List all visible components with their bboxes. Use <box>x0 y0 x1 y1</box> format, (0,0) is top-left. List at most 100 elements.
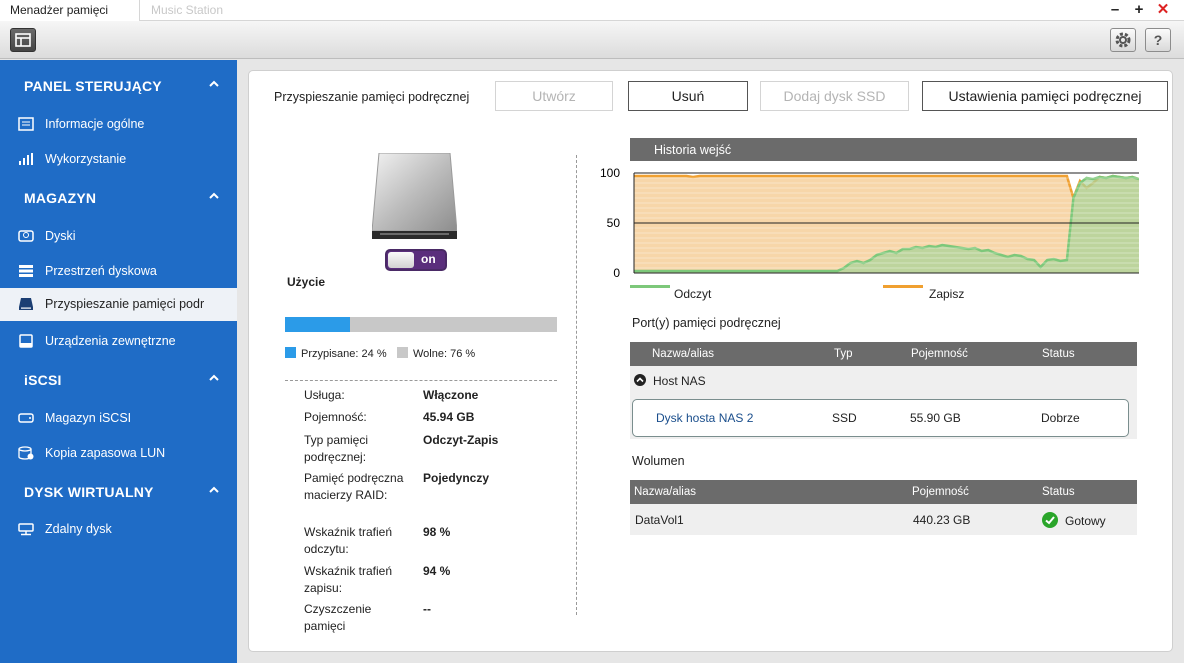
info-value: 45.94 GB <box>423 410 475 424</box>
sidebar-item-cache-acceleration[interactable]: Przyspieszanie pamięci podr <box>0 288 237 321</box>
storage-icon <box>19 265 33 277</box>
sidebar-item-label: Przyspieszanie pamięci podr <box>45 297 205 311</box>
chevron-up-icon <box>209 374 219 381</box>
col-name: Nazwa/alias <box>652 348 714 360</box>
minimize-icon[interactable]: – <box>1107 1 1123 19</box>
section-iscsi[interactable]: iSCSI <box>0 366 237 394</box>
col-name: Nazwa/alias <box>634 486 696 498</box>
volume-capacity: 440.23 GB <box>913 513 971 527</box>
info-value: 94 % <box>423 564 451 578</box>
sidebar-item-storage-space[interactable]: Przestrzeń dyskowa <box>0 255 237 288</box>
info-key: Wskaźnik trafień zapisu: <box>304 564 393 595</box>
sidebar-item-external-devices[interactable]: Urządzenia zewnętrzne <box>0 325 237 358</box>
sidebar-item-usage[interactable]: Wykorzystanie <box>0 143 237 176</box>
sidebar-item-label: Dyski <box>45 229 76 243</box>
sidebar-item-label: Wykorzystanie <box>45 152 127 166</box>
row-name-link[interactable]: Dysk hosta NAS 2 <box>656 411 753 425</box>
legend-read-swatch <box>630 285 670 288</box>
remove-button[interactable]: Usuń <box>628 81 748 111</box>
legend-write-swatch <box>883 285 923 288</box>
toggle-knob <box>388 252 414 268</box>
section-title: MAGAZYN <box>24 190 97 206</box>
usage-bar-fill <box>285 317 351 332</box>
add-ssd-button[interactable]: Dodaj dysk SSD <box>760 81 909 111</box>
settings-button[interactable] <box>1110 28 1136 52</box>
col-status: Status <box>1042 348 1075 360</box>
info-value: Pojedynczy <box>423 471 490 485</box>
sidebar-item-disks[interactable]: Dyski <box>0 220 237 253</box>
info-value: 98 % <box>423 525 451 539</box>
info-key: Czyszczenie pamięci <box>304 602 372 633</box>
chevron-up-icon <box>209 486 219 493</box>
tab-bar: Menadżer pamięci Music Station – + ✕ <box>0 0 1184 21</box>
external-drive-icon <box>19 334 33 348</box>
section-storage[interactable]: MAGAZYN <box>0 184 237 212</box>
row-type: SSD <box>832 411 857 425</box>
chart-svg: 100 50 0 <box>600 166 1140 280</box>
col-capacity: Pojemność <box>912 486 969 498</box>
y-tick-label: 0 <box>613 266 620 280</box>
legend-write-label: Zapisz <box>929 287 965 301</box>
info-key: Pamięć podręczna macierzy RAID: <box>304 471 404 502</box>
layout-icon <box>15 33 31 47</box>
tab-music-station[interactable]: Music Station <box>141 0 271 21</box>
info-key: Usługa: <box>304 388 345 402</box>
sidebar-item-lun-backup[interactable]: Kopia zapasowa LUN <box>0 437 237 470</box>
section-virtual-disk[interactable]: DYSK WIRTUALNY <box>0 478 237 506</box>
info-key: Typ pamięci podręcznej: <box>304 433 369 464</box>
chevron-up-icon <box>209 192 219 199</box>
used-swatch <box>285 347 296 358</box>
col-capacity: Pojemność <box>911 348 968 360</box>
sidebar-item-label: Kopia zapasowa LUN <box>45 446 166 460</box>
col-type: Typ <box>834 348 853 360</box>
lun-backup-icon <box>18 446 34 460</box>
help-button[interactable]: ? <box>1145 28 1171 52</box>
help-icon: ? <box>1153 32 1163 48</box>
iscsi-icon <box>18 413 34 423</box>
sidebar-item-label: Informacje ogólne <box>45 117 145 131</box>
chevron-up-circle-icon[interactable] <box>634 374 646 386</box>
sidebar-item-label: Zdalny dysk <box>45 522 112 536</box>
column-divider <box>576 155 577 615</box>
info-key: Wskaźnik trafień odczytu: <box>304 525 393 556</box>
sidebar-item-general-info[interactable]: Informacje ogólne <box>0 108 237 141</box>
section-title: PANEL STERUJĄCY <box>24 78 162 94</box>
table-row[interactable]: DataVol1 440.23 GB Gotowy <box>630 504 1137 535</box>
section-title: DYSK WIRTUALNY <box>24 484 154 500</box>
legend-free: Wolne: 76 % <box>397 347 475 360</box>
access-history-chart: 100 50 0 <box>594 163 1140 303</box>
section-control-panel[interactable]: PANEL STERUJĄCY <box>0 72 237 100</box>
sidebar-item-iscsi-storage[interactable]: Magazyn iSCSI <box>0 402 237 435</box>
usage-label: Użycie <box>287 275 326 289</box>
main-panel: Przyspieszanie pamięci podręcznej Utwórz… <box>248 70 1173 652</box>
sidebar-item-remote-disk[interactable]: Zdalny dysk <box>0 513 237 546</box>
remote-disk-icon <box>18 523 34 536</box>
close-icon[interactable]: ✕ <box>1155 1 1171 19</box>
create-button[interactable]: Utwórz <box>495 81 613 111</box>
sidebar: PANEL STERUJĄCY Informacje ogólne Wykorz… <box>0 60 237 663</box>
usage-bar <box>285 317 557 332</box>
cache-ports-title: Port(y) pamięci podręcznej <box>632 316 781 330</box>
cache-settings-button[interactable]: Ustawienia pamięci podręcznej <box>922 81 1168 111</box>
toolbar: ? <box>0 21 1184 59</box>
info-value: -- <box>423 602 431 616</box>
tab-storage-manager[interactable]: Menadżer pamięci <box>0 0 140 21</box>
bar-chart-icon <box>19 153 33 165</box>
sidebar-item-label: Magazyn iSCSI <box>45 411 132 425</box>
chart-title: Historia wejść <box>654 143 732 157</box>
table-row[interactable]: Dysk hosta NAS 2 SSD 55.90 GB Dobrze <box>632 399 1129 437</box>
row-capacity: 55.90 GB <box>910 411 961 425</box>
y-tick-label: 100 <box>600 166 620 180</box>
toggle-sidebar-button[interactable] <box>10 28 36 52</box>
volume-status: Gotowy <box>1065 514 1106 528</box>
info-value: Odczyt-Zapis <box>423 433 499 447</box>
cache-toggle[interactable]: on <box>385 249 447 271</box>
legend-used: Przypisane: 24 % <box>285 347 387 360</box>
ssd-icon <box>19 298 33 310</box>
sidebar-item-label: Urządzenia zewnętrzne <box>45 334 176 348</box>
group-host-nas: Host NAS <box>653 374 706 388</box>
monitor-icon <box>18 117 34 131</box>
disk-icon <box>18 230 34 242</box>
maximize-icon[interactable]: + <box>1131 1 1147 19</box>
free-legend-text: Wolne: 76 % <box>413 348 476 360</box>
